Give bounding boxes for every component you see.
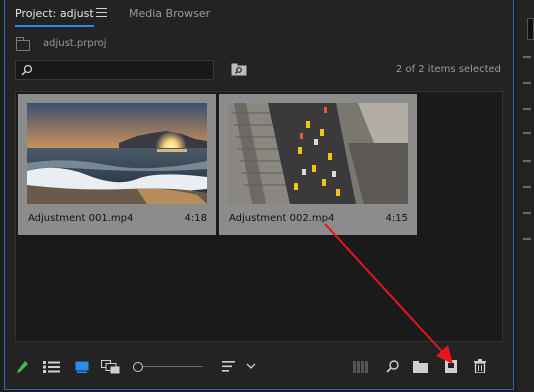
- adjacent-tool-icon[interactable]: [523, 56, 531, 58]
- icon-view-icon[interactable]: [75, 361, 89, 373]
- thumbnail-image: [27, 103, 207, 204]
- adjacent-panel-strip: [517, 0, 534, 392]
- adjacent-tool-icon[interactable]: [523, 82, 531, 84]
- adjacent-tool-icon[interactable]: [523, 186, 531, 188]
- new-search-bin-icon[interactable]: [231, 63, 247, 76]
- tab-media-browser[interactable]: Media Browser: [129, 7, 210, 20]
- panel-tab-bar: Project: adjust Media Browser: [5, 0, 513, 28]
- list-view-icon[interactable]: [43, 361, 61, 373]
- folder-up-icon[interactable]: [16, 37, 30, 51]
- thumbnail-image: [228, 103, 408, 204]
- trash-icon[interactable]: [474, 359, 486, 373]
- bottom-toolbar: [5, 352, 513, 382]
- find-icon[interactable]: [386, 360, 399, 373]
- freeform-view-icon[interactable]: [101, 360, 121, 374]
- item-duration: 4:15: [385, 213, 408, 224]
- active-tab-underline: [15, 25, 94, 27]
- panel-menu-icon[interactable]: [96, 8, 107, 17]
- items-grid: Adjustment 001.mp4 4:18 Adjustment 002.m…: [15, 91, 503, 342]
- item-duration: 4:18: [184, 213, 207, 224]
- project-item[interactable]: Adjustment 001.mp4 4:18: [18, 94, 216, 235]
- adjacent-tool-icon[interactable]: [523, 108, 531, 110]
- adjacent-tool-icon[interactable]: [523, 132, 531, 134]
- automate-to-sequence-icon[interactable]: [353, 361, 369, 373]
- project-panel: Project: adjust Media Browser adjust.prp…: [4, 0, 514, 390]
- new-bin-icon[interactable]: [413, 361, 428, 373]
- adjacent-tool-icon[interactable]: [523, 212, 531, 214]
- search-icon: [21, 64, 33, 76]
- sort-dropdown-icon[interactable]: [246, 363, 256, 370]
- pencil-icon[interactable]: [16, 360, 29, 374]
- zoom-slider-track: [143, 366, 203, 367]
- zoom-slider[interactable]: [133, 361, 213, 373]
- project-path-row: adjust.prproj: [13, 37, 313, 54]
- project-item[interactable]: Adjustment 002.mp4 4:15: [219, 94, 417, 235]
- item-name: Adjustment 001.mp4: [28, 213, 134, 224]
- search-field[interactable]: [15, 60, 214, 80]
- sort-icon[interactable]: [222, 361, 235, 372]
- item-name: Adjustment 002.mp4: [229, 213, 335, 224]
- tab-project[interactable]: Project: adjust: [15, 7, 94, 27]
- zoom-slider-handle[interactable]: [133, 362, 143, 372]
- adjacent-tool-icon[interactable]: [523, 160, 531, 162]
- project-file-name: adjust.prproj: [43, 38, 107, 49]
- new-item-icon[interactable]: [445, 360, 457, 373]
- items-selected-status: 2 of 2 items selected: [395, 64, 501, 75]
- tab-project-label: Project: adjust: [15, 7, 94, 20]
- adjacent-panel-edge: [527, 18, 534, 40]
- adjacent-tool-icon[interactable]: [523, 238, 531, 240]
- search-input[interactable]: [38, 63, 208, 77]
